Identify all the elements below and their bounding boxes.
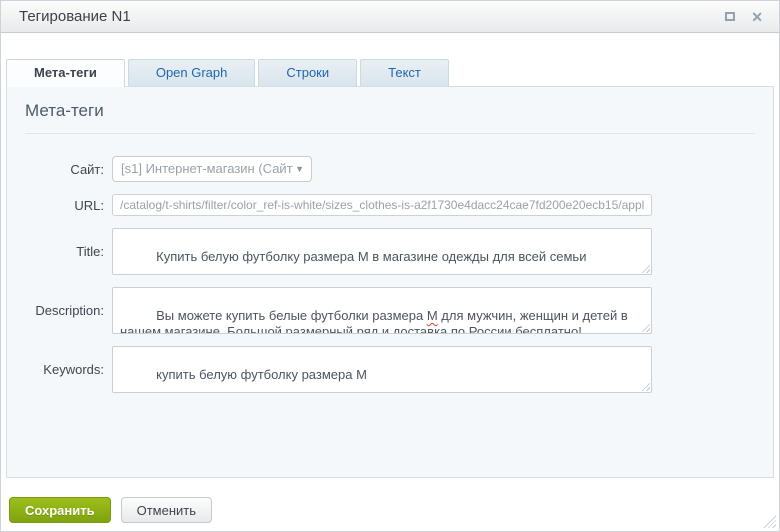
keywords-row: Keywords: купить белую футболку размера … [7,346,773,393]
keywords-textarea[interactable]: купить белую футболку размера М [112,346,652,393]
description-misspelled-word: М [427,308,438,323]
description-textarea[interactable]: Вы можете купить белые футболки размера … [112,287,652,334]
title-value: Купить белую футболку размера М в магази… [156,249,586,264]
tab-text[interactable]: Текст [360,59,449,86]
save-button[interactable]: Сохранить [9,497,111,523]
maximize-icon [725,12,735,21]
tagging-dialog: Тегирование N1 ✕ Мета-теги Open Graph Ст… [0,0,780,532]
close-button[interactable]: ✕ [751,10,763,24]
tab-open-graph[interactable]: Open Graph [128,59,256,86]
chevron-down-icon: ▼ [295,157,304,181]
site-select-value: [s1] Интернет-магазин (Сайт [121,161,293,176]
tab-strings[interactable]: Строки [258,59,357,86]
dialog-title: Тегирование N1 [19,8,709,25]
title-label: Title: [7,244,112,259]
site-row: Сайт: [s1] Интернет-магазин (Сайт ▼ [7,156,773,182]
url-label: URL: [7,198,112,213]
keywords-resize-handle[interactable] [640,381,650,391]
site-label: Сайт: [7,162,112,177]
tab-meta-tags[interactable]: Мета-теги [6,59,125,87]
tab-bar: Мета-теги Open Graph Строки Текст [6,59,774,86]
dialog-footer: Сохранить Отменить [9,497,779,523]
description-resize-handle[interactable] [640,322,650,332]
url-row: URL: [7,194,773,216]
title-textarea[interactable]: Купить белую футболку размера М в магази… [112,228,652,275]
section-heading: Мета-теги [7,87,773,121]
title-resize-handle[interactable] [640,263,650,273]
titlebar: Тегирование N1 ✕ [1,1,779,33]
close-icon: ✕ [751,10,763,24]
description-label: Description: [7,303,112,318]
maximize-button[interactable] [725,12,735,21]
keywords-label: Keywords: [7,362,112,377]
meta-tags-form: Сайт: [s1] Интернет-магазин (Сайт ▼ URL:… [7,156,773,393]
description-row: Description: Вы можете купить белые футб… [7,287,773,334]
title-row: Title: Купить белую футболку размера М в… [7,228,773,275]
meta-tags-panel: Мета-теги Сайт: [s1] Интернет-магазин (С… [6,86,774,478]
cancel-button[interactable]: Отменить [121,497,212,523]
section-divider [25,133,755,134]
keywords-value: купить белую футболку размера М [156,367,367,382]
url-input [112,194,652,216]
description-value-before: Вы можете купить белые футболки размера [156,308,427,323]
site-select: [s1] Интернет-магазин (Сайт ▼ [112,156,312,182]
